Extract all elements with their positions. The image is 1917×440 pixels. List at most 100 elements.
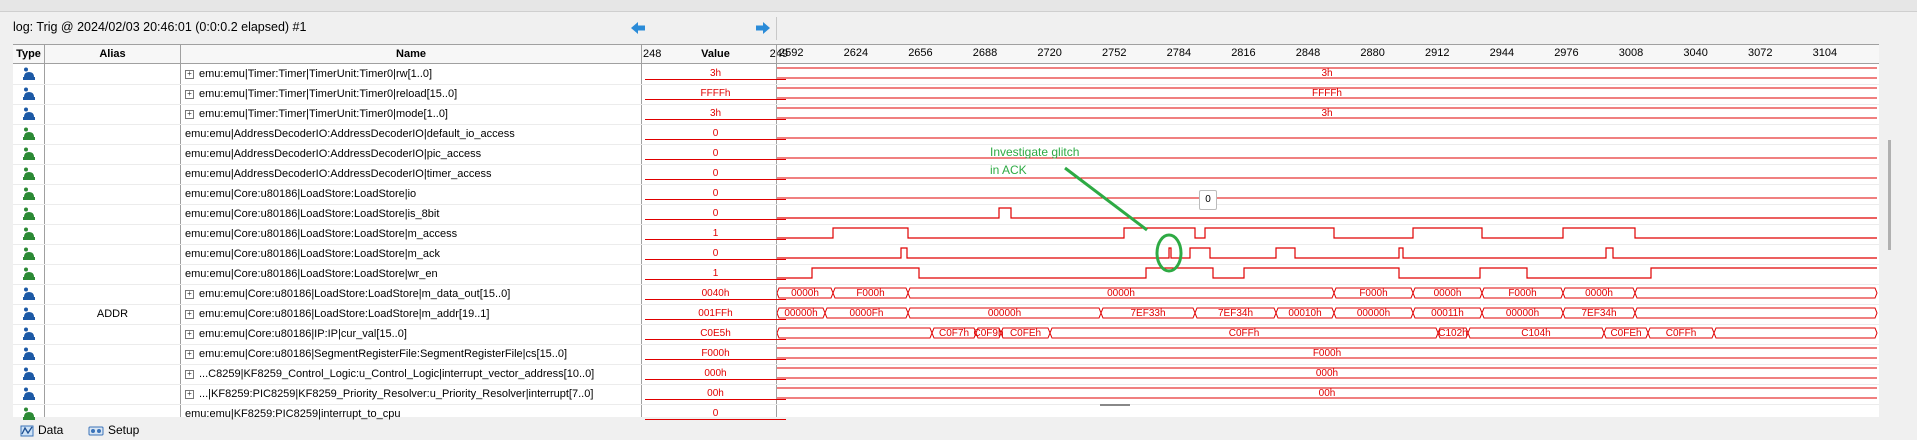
name-column-header[interactable]: Name	[181, 45, 641, 63]
expand-toggle-icon[interactable]: +	[185, 109, 194, 119]
signal-name-cell[interactable]: emu:emu|AddressDecoderIO:AddressDecoderI…	[181, 124, 645, 144]
signal-type-cell	[13, 264, 44, 284]
signal-name: emu:emu|Timer:Timer|TimerUnit:Timer0|rw[…	[199, 68, 433, 80]
signal-value: 00h	[643, 384, 788, 404]
value-underline	[645, 239, 786, 240]
signal-value-text: C0E5h	[700, 328, 731, 339]
signal-name-cell[interactable]: + ...|KF8259:PIC8259|KF8259_Priority_Reso…	[181, 384, 645, 404]
signal-value: 0	[643, 124, 788, 144]
signal-alias	[45, 244, 180, 264]
tab-setup[interactable]: Setup	[88, 421, 139, 440]
value-column-header[interactable]: 248 Value 249	[643, 45, 788, 63]
signal-name-cell[interactable]: + ...C8259|KF8259_Control_Logic:u_Control…	[181, 364, 645, 384]
signal-alias	[45, 264, 180, 284]
time-tick-label: 3008	[1618, 47, 1644, 59]
signal-alias: ADDR	[96, 308, 129, 320]
signal-name-cell[interactable]: + emu:emu|Timer:Timer|TimerUnit:Timer0|mo…	[181, 104, 645, 124]
signal-name-cell[interactable]: emu:emu|Core:u80186|LoadStore:LoadStore|…	[181, 224, 645, 244]
signal-name-cell[interactable]: + emu:emu|Core:u80186|LoadStore:LoadStore…	[181, 284, 645, 304]
time-tick-label: 2624	[843, 47, 869, 59]
signal-name: ...C8259|KF8259_Control_Logic:u_Control_…	[199, 368, 595, 380]
expand-toggle-icon[interactable]: +	[185, 289, 194, 299]
signal-type-cell	[13, 164, 44, 184]
previous-transition-button[interactable]	[630, 20, 646, 36]
value-underline	[645, 279, 786, 280]
signal-name-cell[interactable]: emu:emu|Core:u80186|LoadStore:LoadStore|…	[181, 264, 645, 284]
bus-segment	[1634, 307, 1878, 319]
bus-signal-icon	[23, 327, 35, 340]
value-underline	[645, 419, 786, 420]
waveform-canvas[interactable]: 3hFFFFh3h0000h F000h 0000h F000h 0000h F000h 0…	[777, 63, 1879, 419]
signal-value-text: 1	[712, 268, 719, 279]
signal-value-text: 0	[712, 248, 719, 259]
horizontal-scroll-thumb[interactable]	[1100, 404, 1130, 406]
signal-value: 3h	[643, 64, 788, 84]
type-column-header[interactable]: Type	[13, 45, 44, 63]
signal-value-text: 00h	[707, 388, 724, 399]
signal-name-cell[interactable]: emu:emu|Core:u80186|LoadStore:LoadStore|…	[181, 184, 645, 204]
expand-toggle-icon[interactable]: +	[185, 389, 194, 399]
value-underline	[645, 159, 786, 160]
signal-name-cell[interactable]: emu:emu|AddressDecoderIO:AddressDecoderI…	[181, 144, 645, 164]
signal-alias	[45, 64, 180, 84]
signal-name-cell[interactable]: emu:emu|Core:u80186|LoadStore:LoadStore|…	[181, 204, 645, 224]
signal-name: emu:emu|KF8259:PIC8259|interrupt_to_cpu	[185, 408, 401, 420]
time-tick-label: 2848	[1295, 47, 1321, 59]
bus-value-label: C0FFh	[1666, 328, 1697, 339]
wire-signal-icon	[23, 127, 35, 140]
signal-alias	[45, 284, 180, 304]
signal-name: ...|KF8259:PIC8259|KF8259_Priority_Resol…	[199, 388, 594, 400]
tab-data[interactable]: Data	[20, 421, 63, 440]
signal-name-cell[interactable]: emu:emu|Core:u80186|LoadStore:LoadStore|…	[181, 244, 645, 264]
signal-name-cell[interactable]: + emu:emu|Timer:Timer|TimerUnit:Timer0|rw…	[181, 64, 645, 84]
time-tick-label: 2816	[1231, 47, 1256, 59]
expand-toggle-icon[interactable]: +	[185, 349, 194, 359]
bus-value-label: 0000h	[791, 288, 819, 299]
signal-type-cell	[13, 284, 44, 304]
wire-signal-icon	[23, 167, 35, 180]
bus-value-label: C102h	[1438, 328, 1467, 339]
vertical-scrollbar[interactable]	[1888, 140, 1891, 250]
arrow-left-icon	[631, 22, 645, 34]
annotation-line-2: in ACK	[990, 163, 1027, 177]
signal-name-cell[interactable]: + emu:emu|Core:u80186|SegmentRegisterFile…	[181, 344, 645, 364]
signal-value-text: 0	[712, 188, 719, 199]
bus-value-label: 00010h	[1288, 308, 1321, 319]
signal-name-cell[interactable]: emu:emu|AddressDecoderIO:AddressDecoderI…	[181, 164, 645, 184]
signal-name-cell[interactable]: + emu:emu|Core:u80186|LoadStore:LoadStore…	[181, 304, 645, 324]
bus-segment	[777, 327, 933, 339]
wire-signal-icon	[23, 147, 35, 160]
next-transition-button[interactable]	[755, 20, 771, 36]
signal-type-cell	[13, 304, 44, 324]
expand-toggle-icon[interactable]: +	[185, 369, 194, 379]
expand-toggle-icon[interactable]: +	[185, 309, 194, 319]
signal-type-cell	[13, 144, 44, 164]
signal-value: 0	[643, 144, 788, 164]
bus-value-label: 00011h	[1431, 308, 1464, 319]
value-underline	[645, 199, 786, 200]
value-underline	[645, 179, 786, 180]
signal-alias	[45, 104, 180, 124]
signal-name-cell[interactable]: + emu:emu|Timer:Timer|TimerUnit:Timer0|re…	[181, 84, 645, 104]
wire-waveform	[777, 247, 1877, 259]
signal-name: emu:emu|Core:u80186|LoadStore:LoadStore|…	[199, 308, 490, 320]
time-ruler[interactable]: 2592 2624 2656 2688 2720 2752 2784 2816 2848 2880…	[777, 45, 1879, 63]
setup-icon	[88, 426, 104, 435]
expand-toggle-icon[interactable]: +	[185, 329, 194, 339]
signal-name-cell[interactable]: + emu:emu|Core:u80186|IP:IP|cur_val[15..0…	[181, 324, 645, 344]
signal-value: 000h	[643, 364, 788, 384]
signal-type-cell	[13, 324, 44, 344]
expand-toggle-icon[interactable]: +	[185, 69, 194, 79]
bus-segment	[1713, 327, 1878, 339]
signal-value: F000h	[643, 344, 788, 364]
alias-column-header[interactable]: Alias	[45, 45, 180, 63]
bus-value-label: 00000h	[784, 308, 817, 319]
bus-value-label: F000h	[856, 288, 884, 299]
glitch-annotation: Investigate glitch in ACK	[990, 143, 1079, 179]
signal-type-cell	[13, 224, 44, 244]
expand-toggle-icon[interactable]: +	[185, 89, 194, 99]
wire-signal-icon	[23, 267, 35, 280]
time-tick-label: 2752	[1102, 47, 1127, 59]
signal-name: emu:emu|Core:u80186|LoadStore:LoadStore|…	[185, 248, 441, 260]
wire-waveform	[777, 267, 1877, 279]
